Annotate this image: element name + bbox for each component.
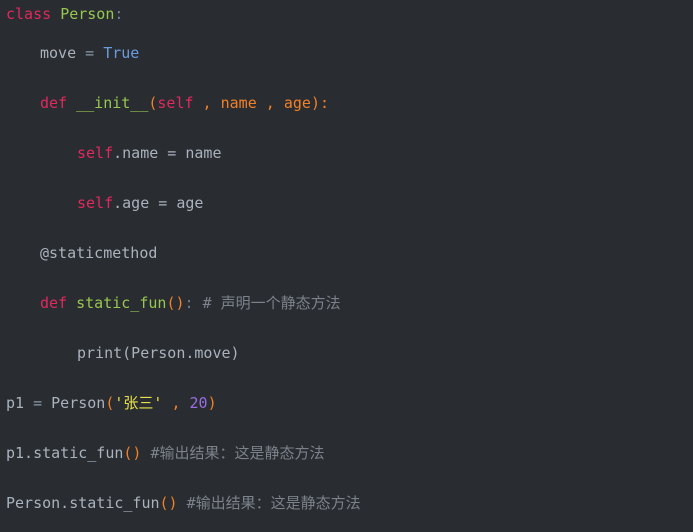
code-line-2: move = True [0,28,693,78]
assign-operator: = [24,394,52,412]
parens-token: () [159,494,178,512]
attribute-assignment-name: .name = name [113,144,222,162]
number-literal: 20 [189,394,208,412]
paren-close: ) [207,394,217,412]
comma-token: , [256,94,284,112]
code-line-7: def static_fun(): # 声明一个静态方法 [0,278,693,328]
class-name: Person [60,5,115,23]
code-line-9: p1 = Person('张三' , 20) [0,378,693,428]
code-line-4: self.name = name [0,128,693,178]
parameter-name: name [220,94,257,112]
callee-person: Person [51,394,106,412]
code-line-3: def __init__(self , name , age): [0,78,693,128]
keyword-class: class [6,5,52,23]
inline-comment: #输出结果：这是静态方法 [186,494,361,512]
assign-operator: = [76,44,104,62]
parens-token: () [123,444,142,462]
decorator-staticmethod: @staticmethod [40,244,158,262]
instance-method-call: p1.static_fun [6,444,124,462]
attribute-assignment-age: .age = age [113,194,204,212]
function-name-static-fun: static_fun [76,294,167,312]
code-line-8: print(Person.move) [0,328,693,378]
self-keyword: self [77,194,114,212]
code-editor[interactable]: class Person: move = True def __init__(s… [0,0,693,532]
code-line-6: @staticmethod [0,228,693,278]
self-keyword: self [157,94,194,112]
identifier-p1: p1 [6,394,25,412]
code-line-10: p1.static_fun() #输出结果：这是静态方法 [0,428,693,478]
parens-token: () [166,294,185,312]
inline-comment: # 声明一个静态方法 [202,294,341,312]
boolean-true: True [103,44,140,62]
paren-close-colon: ): [310,94,329,112]
code-line-5: self.age = age [0,178,693,228]
identifier-move: move [40,44,77,62]
keyword-def: def [40,294,68,312]
print-statement: print(Person.move) [77,344,240,362]
string-literal: '张三' [114,394,163,412]
code-line-1: class Person: [0,0,693,28]
class-method-call: Person.static_fun [6,494,160,512]
comma-token: , [162,394,190,412]
self-keyword: self [77,144,114,162]
function-name-init: __init__ [76,94,149,112]
comma-token: , [193,94,221,112]
keyword-def: def [40,94,68,112]
colon-token: : [184,294,194,312]
code-line-11: Person.static_fun() #输出结果：这是静态方法 [0,478,693,528]
inline-comment: #输出结果：这是静态方法 [150,444,325,462]
parameter-age: age [283,94,311,112]
colon-token: : [114,5,124,23]
